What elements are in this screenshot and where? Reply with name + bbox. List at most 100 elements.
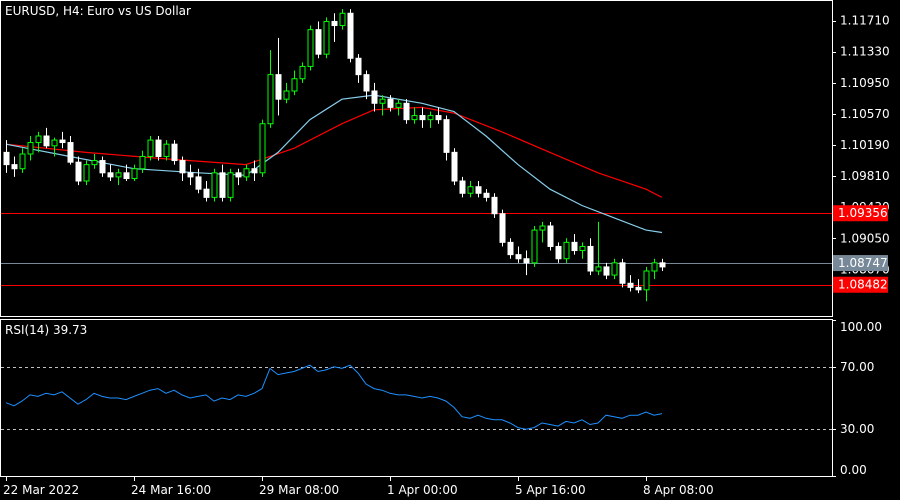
candle (403, 99, 410, 124)
candle-body (411, 115, 418, 121)
candle (579, 242, 586, 259)
candle (59, 131, 66, 149)
candle (427, 111, 434, 128)
candle-body (547, 225, 554, 247)
candle-body (403, 102, 410, 121)
candle-body (67, 142, 74, 163)
candle-body (51, 139, 58, 147)
candle-body (195, 176, 202, 190)
candle (35, 131, 42, 153)
candle-body (555, 245, 562, 260)
candle-body (99, 160, 106, 174)
candle-body (475, 186, 482, 194)
candle-body (371, 90, 378, 104)
candle-body (443, 119, 450, 153)
candle-body (91, 160, 98, 166)
candle-body (627, 282, 634, 288)
candle (155, 136, 162, 161)
candle-body (139, 155, 146, 170)
candle-body (35, 135, 42, 144)
candle-body (459, 180, 466, 194)
candle (627, 275, 634, 292)
candle-body (115, 172, 122, 178)
rsi-series-line (5, 364, 663, 430)
candle (491, 193, 498, 218)
candle (19, 148, 26, 173)
candle (307, 25, 314, 71)
candle-body (611, 262, 618, 276)
candle-body (299, 65, 306, 80)
price-tick-label: 1.10950 (840, 76, 890, 90)
price-panel-frame (0, 0, 833, 317)
price-tick-label: 1.10190 (840, 138, 890, 152)
candle (131, 164, 138, 181)
candle (595, 221, 602, 276)
rsi-panel[interactable] (0, 319, 833, 477)
candle (355, 54, 362, 83)
candle-body (187, 172, 194, 178)
candle (451, 148, 458, 186)
candle-body (19, 153, 26, 170)
candle-body (387, 98, 394, 108)
candle-body (291, 78, 298, 92)
price-tick-label: 1.09810 (840, 169, 890, 183)
candle-body (331, 20, 338, 27)
candle-body (603, 266, 610, 276)
candle-body (323, 20, 330, 55)
candle-body (227, 172, 234, 198)
candle-body (579, 245, 586, 252)
candle (339, 9, 346, 30)
candle (363, 70, 370, 100)
candle (411, 107, 418, 124)
candle (483, 189, 490, 202)
price-tick-label: 1.11330 (840, 45, 890, 59)
candle-body (283, 90, 290, 100)
candle-body (179, 160, 186, 174)
candle-body (27, 142, 34, 155)
price-tick-label: 1.09050 (840, 231, 890, 245)
candle (27, 136, 34, 161)
level-price-tag-text: 1.09356 (838, 206, 888, 220)
candle-body (203, 188, 210, 198)
rsi-tick-label: 70.00 (840, 360, 874, 374)
candle-body (651, 262, 658, 272)
candle (419, 107, 426, 128)
candle (395, 99, 402, 116)
candle (459, 176, 466, 198)
price-panel[interactable] (0, 0, 833, 317)
candle (587, 238, 594, 276)
candle (547, 221, 554, 251)
candle-body (435, 115, 442, 121)
time-tick-label: 1 Apr 00:00 (387, 483, 458, 497)
candle (347, 9, 354, 63)
trading-chart[interactable]: 1.11710 1.11330 1.10950 1.10570 1.10190 1.098… (0, 0, 900, 500)
candle (651, 258, 658, 280)
candle (563, 238, 570, 263)
candle-body (123, 172, 130, 180)
candle (83, 160, 90, 186)
candle (43, 127, 50, 149)
time-tick-label: 29 Mar 08:00 (259, 483, 339, 497)
rsi-label: RSI(14) 39.73 (5, 323, 87, 337)
candle (331, 13, 338, 42)
candle (219, 164, 226, 202)
candle-body (259, 123, 266, 174)
candle (315, 21, 322, 59)
candle-body (243, 168, 250, 178)
candle-body (347, 12, 354, 59)
candle-body (11, 164, 18, 170)
candle (571, 234, 578, 255)
candle (275, 37, 282, 116)
candle (499, 209, 506, 247)
candle-body (163, 143, 170, 157)
candle-body (515, 254, 522, 260)
candle-body (131, 168, 138, 180)
candle (267, 50, 274, 128)
candle-body (659, 262, 666, 268)
rsi-tick-label: 30.00 (840, 422, 874, 436)
candle (283, 82, 290, 104)
candle-body (75, 161, 82, 182)
candle (115, 168, 122, 186)
candle (235, 168, 242, 186)
candle-body (499, 213, 506, 243)
